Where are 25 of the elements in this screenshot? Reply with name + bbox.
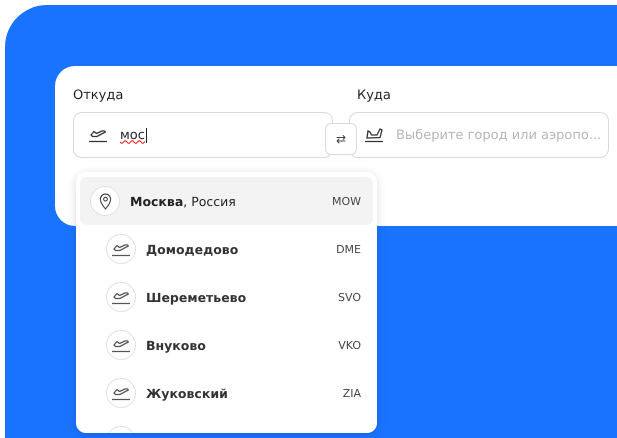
place-name: Шереметьево: [146, 290, 248, 304]
takeoff-plane-icon: [111, 289, 131, 305]
airport-code: VKO: [338, 338, 361, 352]
suggestion-item[interactable]: Жуковский ZIA: [80, 369, 373, 417]
airport-code: DME: [336, 242, 361, 256]
takeoff-plane-icon: [111, 385, 131, 401]
place-name: Домодедово: [146, 242, 240, 256]
landing-plane-icon: [364, 127, 384, 143]
field-label: Откуда: [73, 88, 124, 103]
suggestion-item[interactable]: Москва, Россия MOW: [80, 177, 373, 225]
suggestion-item[interactable]: Шереметьево SVO: [80, 273, 373, 321]
field-label: Куда: [357, 88, 392, 103]
takeoff-plane-icon: [88, 127, 108, 143]
swap-button[interactable]: ⇄: [325, 123, 357, 155]
airport-code: MOW: [332, 194, 361, 208]
place-name: Внуково: [146, 338, 207, 352]
suggestion-item[interactable]: Внуково VKO: [80, 321, 373, 369]
airport-code: SVO: [338, 290, 361, 304]
airport-code: ZIA: [342, 386, 361, 400]
suggestion-item[interactable]: Домодедово DME: [80, 225, 373, 273]
location-pin-icon: [98, 192, 112, 210]
place-name: Москва, Россия: [130, 194, 237, 208]
takeoff-plane-icon: [111, 337, 131, 353]
place-name: Жуковский: [146, 386, 229, 400]
takeoff-plane-icon: [111, 241, 131, 257]
